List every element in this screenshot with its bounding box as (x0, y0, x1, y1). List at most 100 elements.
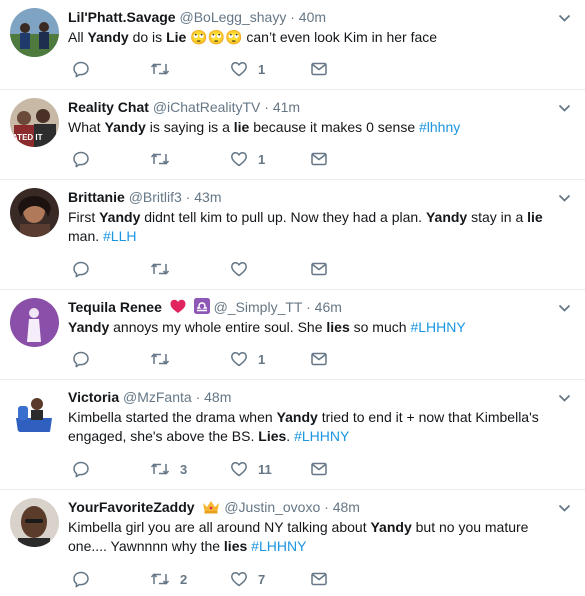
tweet[interactable]: Tequila Renee @_Simply_TT · 46m Yandy an… (0, 290, 585, 380)
tweet-text-run: What (68, 119, 105, 135)
chevron-down-icon[interactable] (558, 390, 571, 408)
hashtag-link[interactable]: #lhhny (419, 119, 460, 135)
tweet-header: Brittanie @Britlif3 · 43m (68, 188, 221, 206)
direct-message-icon (310, 150, 328, 168)
avatar[interactable] (10, 498, 59, 547)
heart-icon (230, 60, 248, 78)
timestamp[interactable]: 40m (299, 9, 326, 25)
heart-icon (230, 150, 248, 168)
highlighted-keyword: Yandy (425, 209, 468, 225)
username[interactable]: @Justin_ovoxo (224, 499, 320, 515)
like-button[interactable] (230, 259, 258, 279)
direct-message-button[interactable] (310, 259, 328, 279)
tweet-text: All Yandy do is Lie 🙄🙄🙄 can’t even look … (68, 28, 563, 47)
timestamp[interactable]: 43m (194, 189, 221, 205)
retweet-button[interactable] (150, 59, 180, 79)
avatar[interactable] (10, 8, 59, 57)
like-count: 7 (258, 571, 266, 587)
retweet-button[interactable] (150, 259, 180, 279)
tweet[interactable]: ATED IT Reality Chat @iChatRealityTV · 4… (0, 90, 585, 180)
reply-button[interactable] (72, 349, 100, 369)
tweet[interactable]: Lil'Phatt.Savage @BoLegg_shayy · 40m All… (0, 0, 585, 90)
hashtag-link[interactable]: #LLH (103, 228, 136, 244)
like-button[interactable]: 1 (230, 149, 265, 169)
tweet[interactable]: YourFavoriteZaddy @Justin_ovoxo · 48m Ki… (0, 490, 585, 596)
tweet-text-run: because it makes 0 sense (249, 119, 419, 135)
chevron-down-icon[interactable] (558, 100, 571, 118)
separator-dot: · (264, 99, 269, 115)
heart-icon (230, 350, 248, 368)
like-button[interactable]: 7 (230, 569, 265, 589)
tweet-text-run: All (68, 29, 88, 45)
display-name[interactable]: Lil'Phatt.Savage (68, 9, 176, 25)
reply-button[interactable] (72, 459, 100, 479)
like-count: 1 (258, 351, 266, 367)
avatar[interactable] (10, 298, 59, 347)
highlighted-keyword: Yandy (99, 209, 141, 225)
direct-message-button[interactable] (310, 149, 328, 169)
chevron-down-icon[interactable] (558, 10, 571, 28)
tweet-text-run: First (68, 209, 100, 225)
reply-button[interactable] (72, 59, 100, 79)
tweet[interactable]: Brittanie @Britlif3 · 43m First Yandy di… (0, 180, 585, 290)
timestamp[interactable]: 46m (315, 299, 342, 315)
like-button[interactable]: 1 (230, 349, 265, 369)
separator-dot: · (195, 389, 201, 405)
highlighted-keyword: lie (527, 209, 543, 225)
tweet-header: Victoria @MzFanta · 48m (68, 388, 231, 406)
heart-icon (230, 570, 248, 588)
username[interactable]: @MzFanta (123, 389, 192, 405)
tweet-actions: 1 (72, 149, 352, 169)
avatar[interactable] (10, 388, 59, 437)
timestamp[interactable]: 48m (204, 389, 231, 405)
display-name[interactable]: Reality Chat (68, 99, 149, 115)
tweet[interactable]: Victoria @MzFanta · 48m Kimbella started… (0, 380, 585, 490)
display-name[interactable]: YourFavoriteZaddy (68, 499, 195, 515)
username[interactable]: @Britlif3 (129, 189, 182, 205)
highlighted-keyword: Yandy (370, 519, 412, 535)
reply-button[interactable] (72, 569, 100, 589)
retweet-button[interactable]: 2 (150, 569, 187, 589)
direct-message-button[interactable] (310, 569, 328, 589)
tweet-text: What Yandy is saying is a lie because it… (68, 118, 563, 137)
like-count: 11 (258, 461, 272, 477)
direct-message-icon (310, 350, 328, 368)
chevron-down-icon[interactable] (558, 300, 571, 318)
avatar[interactable] (10, 188, 59, 237)
username[interactable]: @BoLegg_shayy (179, 9, 286, 25)
hashtag-link[interactable]: #LHHNY (294, 428, 349, 444)
tweet-header: Lil'Phatt.Savage @BoLegg_shayy · 40m (68, 8, 326, 26)
avatar-caption: ATED IT (12, 133, 43, 142)
tweet-text-run: 🙄🙄🙄 (186, 29, 243, 45)
reply-button[interactable] (72, 149, 100, 169)
like-count: 1 (258, 151, 266, 167)
chevron-down-icon[interactable] (558, 500, 571, 518)
tweet-actions (72, 259, 352, 279)
direct-message-button[interactable] (310, 59, 328, 79)
avatar[interactable]: ATED IT (10, 98, 59, 147)
timestamp[interactable]: 41m (273, 99, 300, 115)
display-name[interactable]: Victoria (68, 389, 119, 405)
username[interactable]: @iChatRealityTV (153, 99, 261, 115)
display-name[interactable]: Brittanie (68, 189, 125, 205)
retweet-button[interactable] (150, 349, 180, 369)
retweet-button[interactable]: 3 (150, 459, 187, 479)
retweet-button[interactable] (150, 149, 180, 169)
hashtag-link[interactable]: #LHHNY (251, 538, 306, 554)
reply-button[interactable] (72, 259, 100, 279)
tweet-text-run: can’t even look Kim in her face (242, 29, 438, 45)
hashtag-link[interactable]: #LHHNY (410, 319, 465, 335)
direct-message-button[interactable] (310, 459, 328, 479)
chevron-down-icon[interactable] (558, 190, 571, 208)
tweet-text-run: do is (128, 29, 167, 45)
like-button[interactable]: 1 (230, 59, 265, 79)
highlighted-keyword: Lie (166, 29, 187, 45)
timestamp[interactable]: 48m (333, 499, 360, 515)
like-button[interactable]: 11 (230, 459, 272, 479)
direct-message-button[interactable] (310, 349, 328, 369)
display-name[interactable]: Tequila Renee (68, 299, 162, 315)
retweet-count: 2 (180, 571, 188, 587)
retweet-icon (150, 460, 170, 478)
username[interactable]: @_Simply_TT (214, 299, 303, 315)
tweet-header: YourFavoriteZaddy @Justin_ovoxo · 48m (68, 498, 360, 518)
